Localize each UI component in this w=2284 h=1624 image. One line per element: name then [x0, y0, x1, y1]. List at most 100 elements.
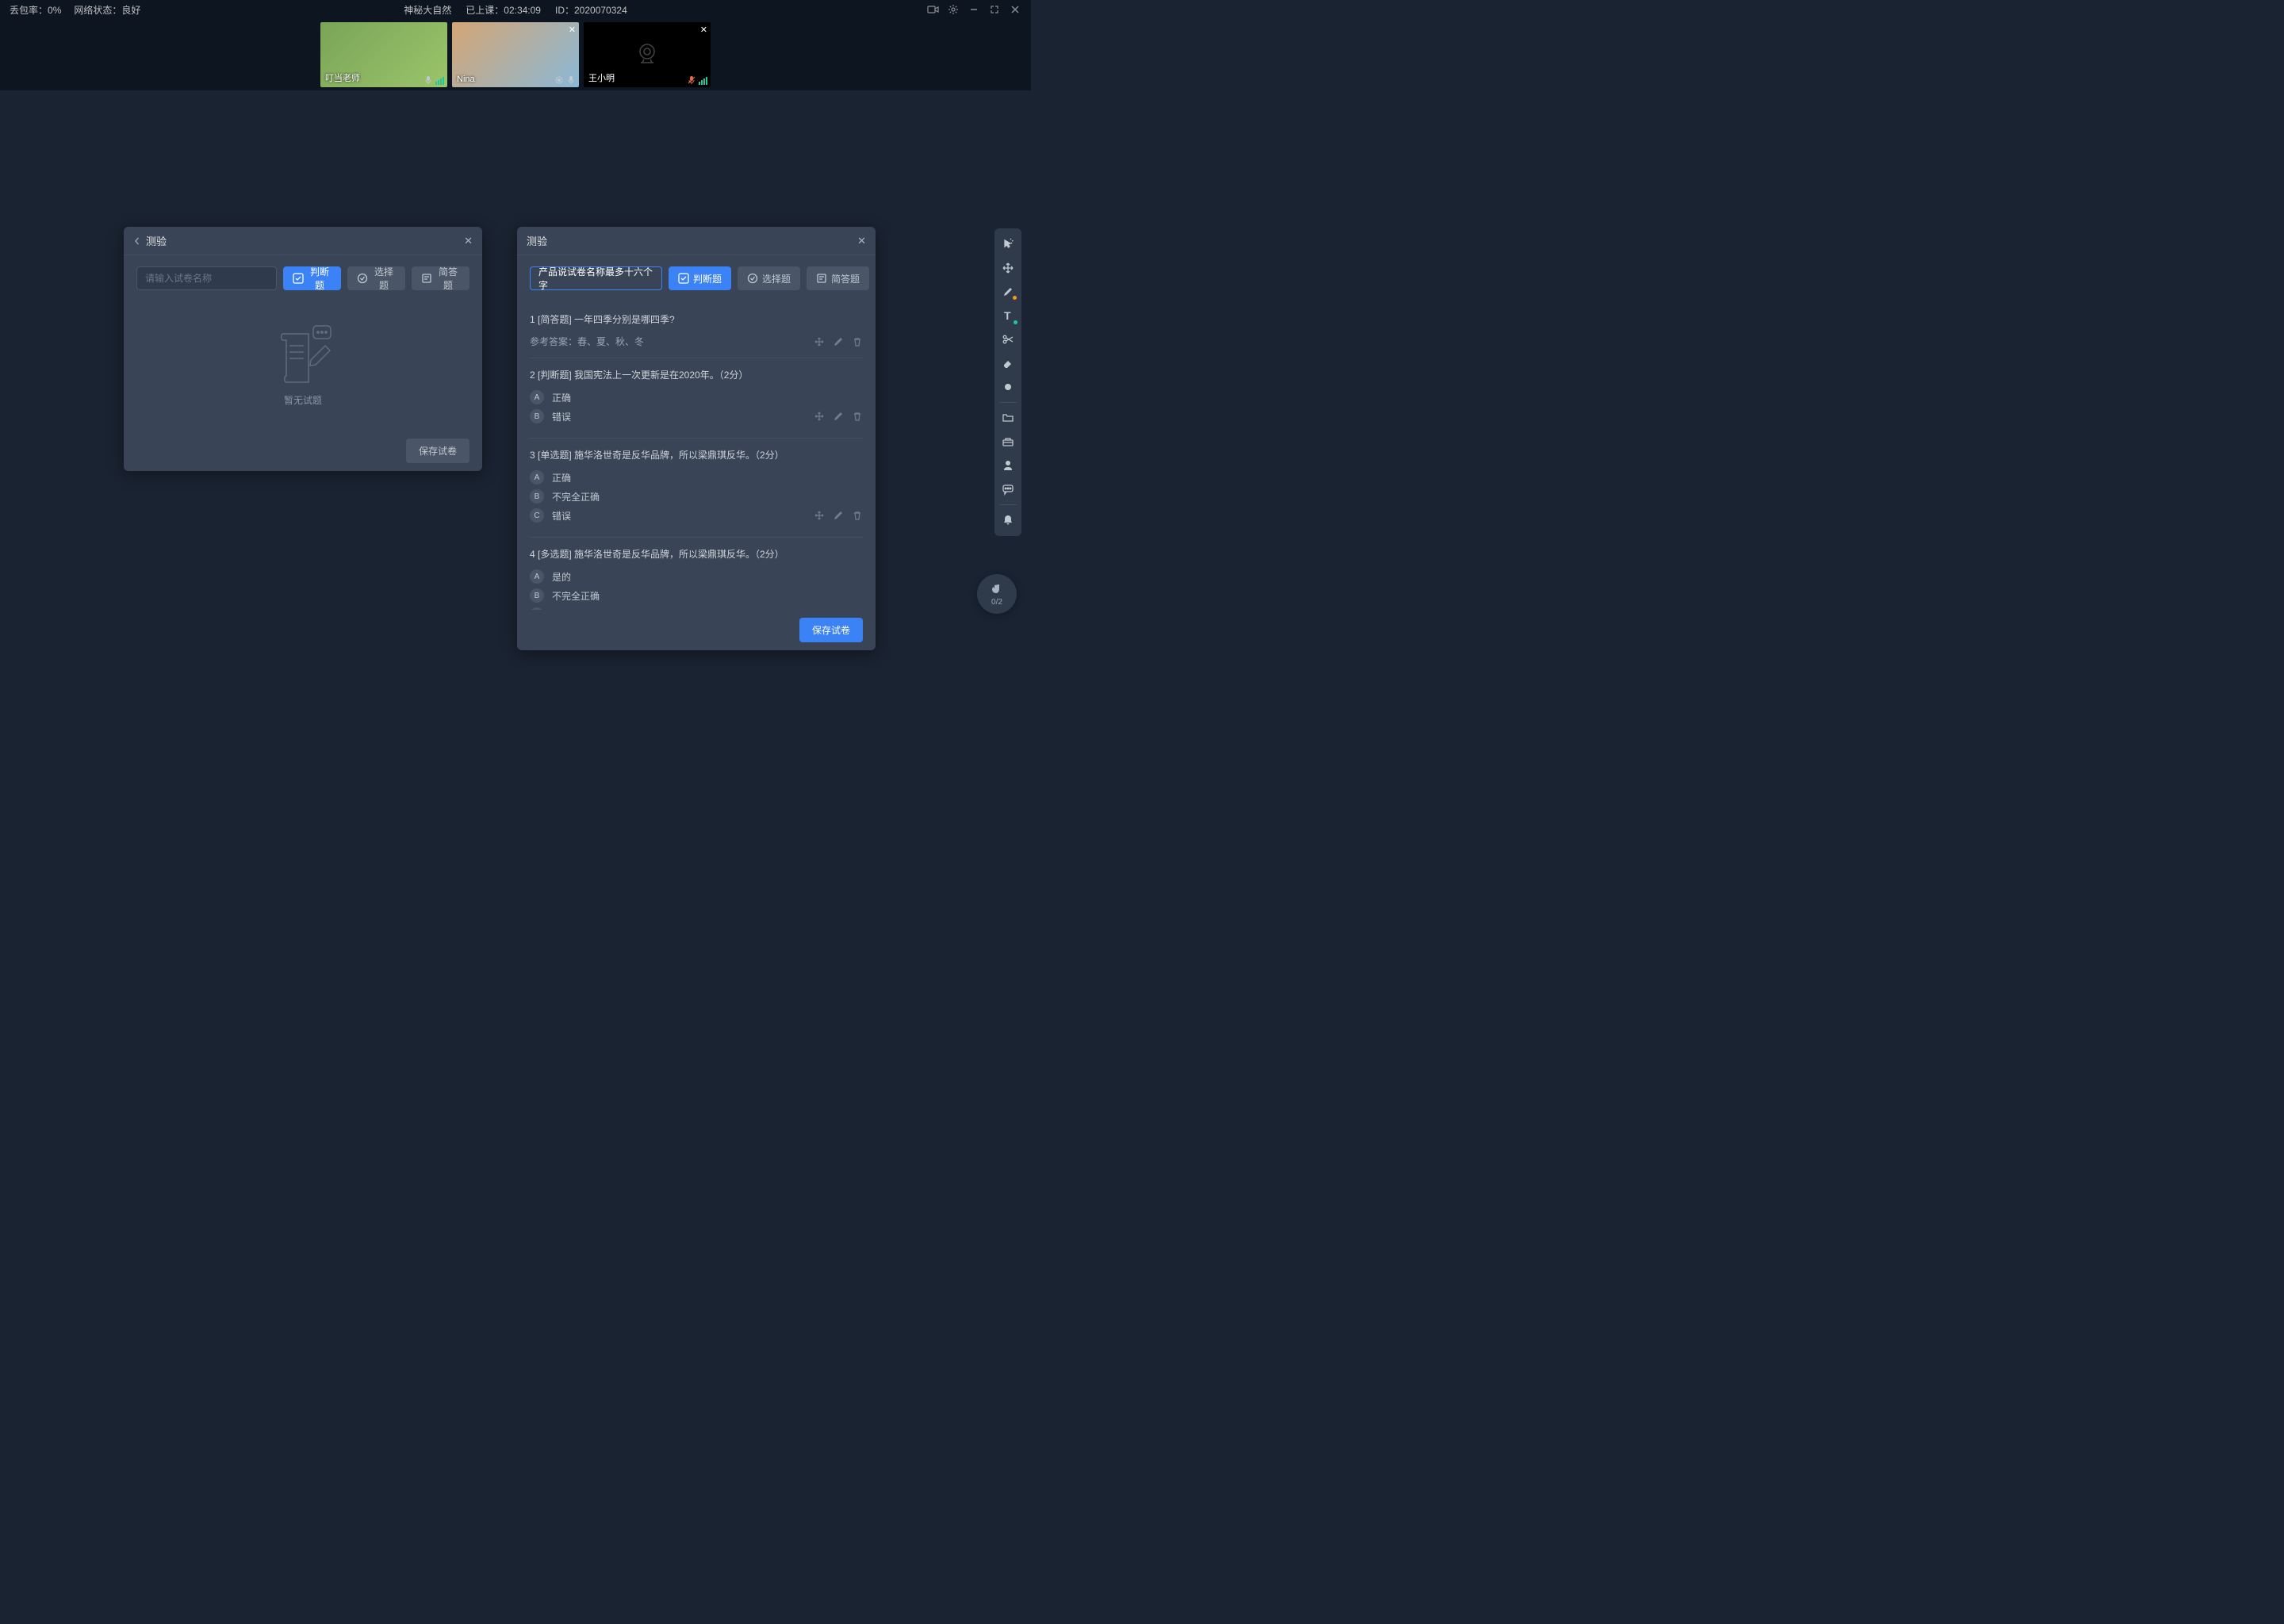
option-row: B 不完全正确 [530, 588, 863, 603]
option-badge: A [530, 390, 544, 404]
packet-loss: 丢包率：0% [10, 3, 61, 17]
add-short-button[interactable]: 简答题 [807, 266, 869, 290]
scissors-tool-icon[interactable] [997, 328, 1019, 350]
delete-icon[interactable] [852, 510, 863, 521]
add-choice-button[interactable]: 选择题 [347, 266, 405, 290]
class-title: 神秘大自然 [404, 3, 451, 17]
camera-toggle-icon[interactable] [926, 3, 939, 16]
questions-scroll[interactable]: 1 [简答题] 一年四季分别是哪四季? 参考答案：春、夏、秋、冬 2 [判断题] … [530, 303, 869, 610]
video-name: 叮当老师 [325, 71, 360, 84]
chat-tool-icon[interactable] [997, 478, 1019, 500]
eraser-tool-icon[interactable] [997, 352, 1019, 374]
question-actions [814, 609, 863, 610]
expand-icon[interactable] [554, 75, 564, 85]
close-icon[interactable] [1009, 3, 1021, 16]
option-row: A 正确 [530, 390, 863, 404]
top-bar: 丢包率：0% 网络状态：良好 神秘大自然 已上课：02:34:09 ID：202… [0, 0, 1031, 19]
video-close-icon[interactable]: ✕ [569, 25, 576, 35]
main-area: 测验 ✕ 判断题 选择题 简答题 暂无试题 保存试卷 [0, 90, 1031, 733]
question-actions [814, 510, 863, 521]
text-tool-icon[interactable]: T [997, 304, 1019, 327]
option-badge: B [530, 588, 544, 603]
edit-icon[interactable] [833, 510, 844, 521]
option-badge: A [530, 569, 544, 584]
minimize-icon[interactable] [968, 3, 980, 16]
video-tile-student[interactable]: ✕ 王小明 [584, 22, 711, 87]
option-badge: B [530, 409, 544, 423]
panel-title: 测验 [146, 233, 167, 248]
option-text: 正确 [552, 391, 571, 404]
right-toolbar: T [994, 228, 1021, 536]
signal-icon [435, 77, 444, 85]
quiz-panel-full: 测验 ✕ 产品说试卷名称最多十六个字 判断题 选择题 简答题 1 [简答题] 一… [517, 227, 876, 650]
question-item: 2 [判断题] 我国宪法上一次更新是在2020年。（2分） A 正确 B 错误 [530, 358, 863, 439]
gear-icon[interactable] [947, 3, 960, 16]
option-text: 不完全正确 [552, 589, 600, 603]
empty-text: 暂无试题 [284, 393, 322, 407]
edit-icon[interactable] [833, 336, 844, 347]
video-tile-teacher[interactable]: 叮当老师 [320, 22, 447, 87]
question-item: 1 [简答题] 一年四季分别是哪四季? 参考答案：春、夏、秋、冬 [530, 303, 863, 358]
panel-close-icon[interactable]: ✕ [857, 235, 866, 247]
cursor-tool-icon[interactable] [997, 233, 1019, 255]
elapsed-time: 已上课：02:34:09 [466, 3, 541, 17]
add-choice-button[interactable]: 选择题 [738, 266, 800, 290]
option-text: 正确 [552, 471, 571, 485]
option-text: 错误 [552, 410, 571, 423]
save-quiz-button[interactable]: 保存试卷 [799, 618, 863, 642]
signal-icon [699, 77, 707, 85]
mic-icon [566, 75, 576, 85]
question-actions [814, 336, 863, 347]
panel-close-icon[interactable]: ✕ [464, 235, 473, 247]
edit-icon[interactable] [833, 411, 844, 422]
move-icon[interactable] [814, 411, 825, 422]
video-name: 王小明 [588, 71, 615, 84]
quiz-panel-empty: 测验 ✕ 判断题 选择题 简答题 暂无试题 保存试卷 [124, 227, 482, 471]
color-tool-icon[interactable] [997, 376, 1019, 398]
add-judge-button[interactable]: 判断题 [283, 266, 341, 290]
option-text: 错误 [552, 509, 571, 523]
maximize-icon[interactable] [988, 3, 1001, 16]
webcam-off-icon [631, 39, 663, 71]
back-icon[interactable] [133, 237, 141, 245]
hand-raise-count: 0/2 [991, 598, 1002, 607]
move-icon[interactable] [814, 510, 825, 521]
mic-icon [423, 75, 433, 85]
question-answer: 参考答案：春、夏、秋、冬 [530, 335, 644, 348]
option-badge: B [530, 489, 544, 504]
option-row: B 错误 [530, 409, 863, 423]
add-short-button[interactable]: 简答题 [412, 266, 469, 290]
folder-tool-icon[interactable] [997, 407, 1019, 429]
delete-icon[interactable] [852, 411, 863, 422]
option-badge: A [530, 470, 544, 485]
pen-tool-icon[interactable] [997, 281, 1019, 303]
option-text: 是的 [552, 570, 571, 584]
session-id: ID：2020070324 [555, 3, 627, 17]
empty-state: 暂无试题 [136, 303, 469, 426]
quiz-name-input[interactable] [136, 266, 277, 290]
svg-text:T: T [1004, 309, 1011, 322]
delete-icon[interactable] [852, 609, 863, 610]
toolbox-tool-icon[interactable] [997, 431, 1019, 453]
edit-icon[interactable] [833, 609, 844, 610]
question-item: 3 [单选题] 施华洛世奇是反华品牌，所以梁鼎琪反华。（2分）A正确B不完全正确… [530, 439, 863, 538]
question-title: 1 [简答题] 一年四季分别是哪四季? [530, 312, 863, 327]
hand-raise-button[interactable]: 0/2 [977, 574, 1017, 614]
quiz-name-input[interactable]: 产品说试卷名称最多十六个字 [530, 266, 662, 290]
move-icon[interactable] [814, 336, 825, 347]
video-tile-student[interactable]: ✕ Nina [452, 22, 579, 87]
save-quiz-button[interactable]: 保存试卷 [406, 439, 469, 463]
video-strip: 叮当老师 ✕ Nina ✕ 王小明 [0, 19, 1031, 90]
video-close-icon[interactable]: ✕ [700, 25, 707, 35]
move-icon[interactable] [814, 609, 825, 610]
move-tool-icon[interactable] [997, 257, 1019, 279]
option-row: C 错误 [530, 508, 863, 523]
hand-icon [989, 581, 1005, 597]
delete-icon[interactable] [852, 336, 863, 347]
user-tool-icon[interactable] [997, 454, 1019, 477]
option-badge: C [530, 508, 544, 523]
question-title: 2 [判断题] 我国宪法上一次更新是在2020年。（2分） [530, 368, 863, 382]
question-actions [814, 411, 863, 422]
bell-tool-icon[interactable] [997, 509, 1019, 531]
add-judge-button[interactable]: 判断题 [669, 266, 731, 290]
